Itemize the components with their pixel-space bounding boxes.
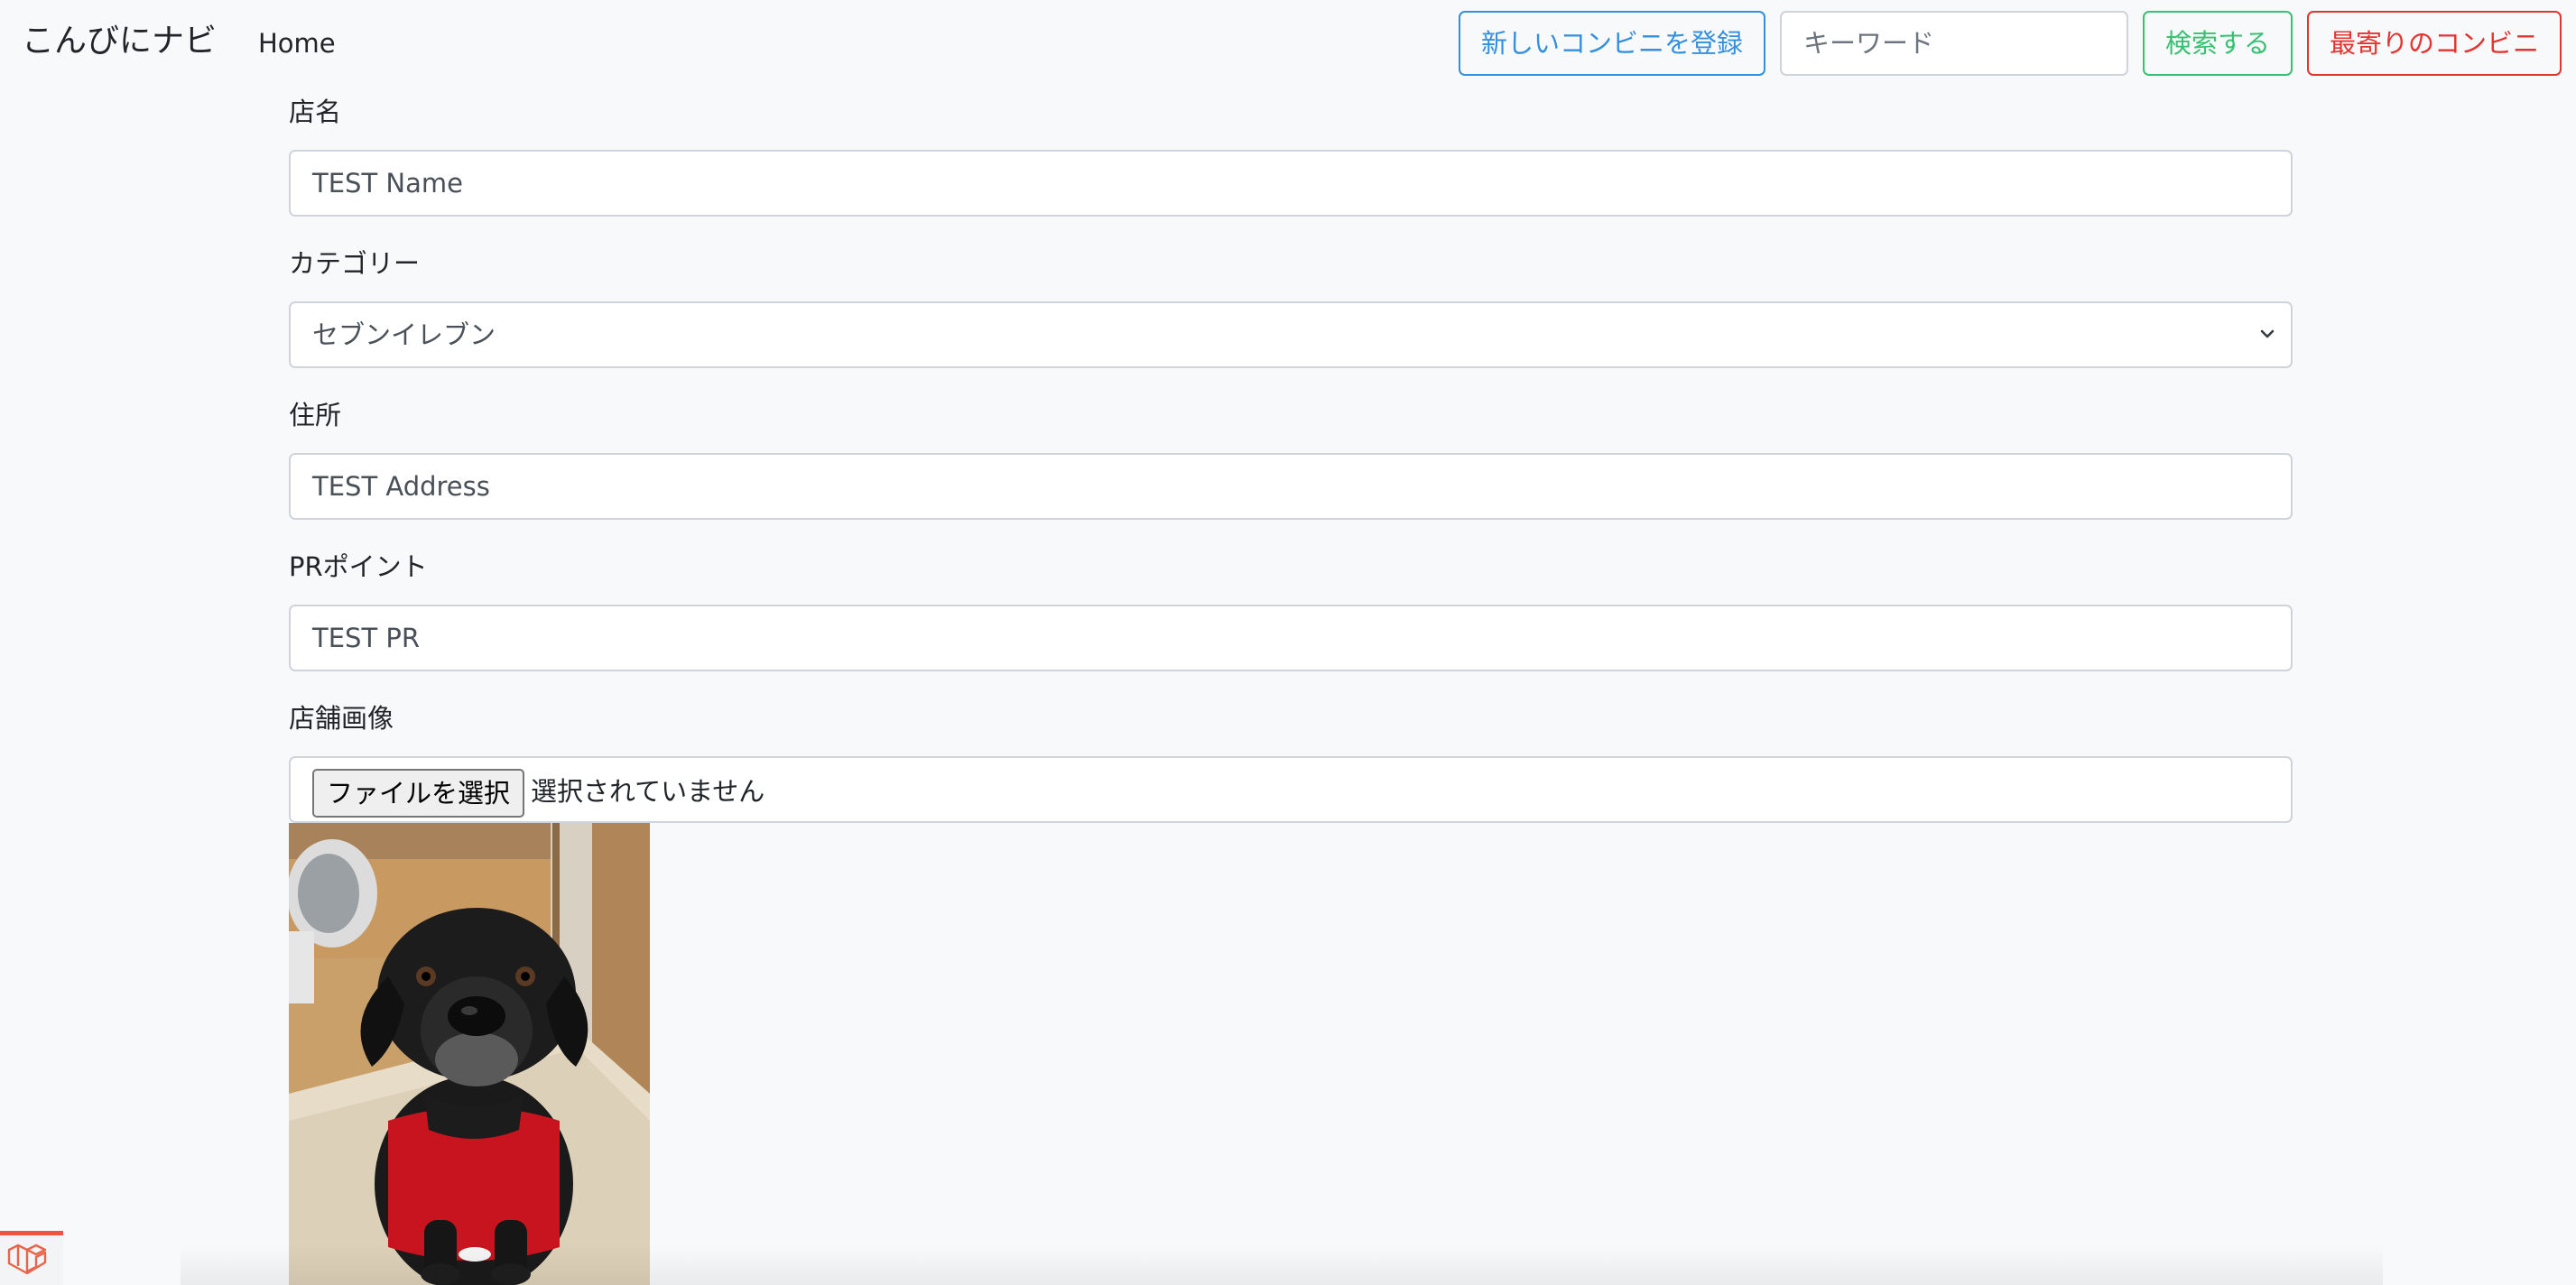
store-name-input[interactable]: TEST Name <box>289 150 2293 217</box>
file-status-text: 選択されていません <box>531 776 765 807</box>
search-button[interactable]: 検索する <box>2143 11 2293 76</box>
keyword-search-input[interactable] <box>1780 11 2128 76</box>
category-label: カテゴリー <box>289 248 421 279</box>
laravel-logo-icon <box>7 1243 47 1275</box>
store-image-preview <box>289 823 650 1285</box>
chevron-down-icon <box>2260 329 2275 338</box>
pr-point-input[interactable]: TEST PR <box>289 605 2293 671</box>
store-name-label: 店名 <box>289 97 342 127</box>
nearest-store-button[interactable]: 最寄りのコンビニ <box>2307 11 2562 76</box>
choose-file-button[interactable]: ファイルを選択 <box>312 769 525 818</box>
brand-link[interactable]: こんびにナビ <box>22 20 217 63</box>
address-label: 住所 <box>289 400 342 430</box>
category-select[interactable]: セブンイレブン <box>289 301 2293 368</box>
navbar: こんびにナビ Home 新しいコンビニを登録 検索する 最寄りのコンビニ <box>0 0 2576 87</box>
address-input[interactable]: TEST Address <box>289 453 2293 520</box>
category-selected-value: セブンイレブン <box>312 319 496 350</box>
register-store-button[interactable]: 新しいコンビニを登録 <box>1459 11 1765 76</box>
pr-point-label: PRポイント <box>289 551 428 582</box>
debugbar-toggle[interactable] <box>0 1231 63 1285</box>
store-image-file-input[interactable]: ファイルを選択 選択されていません <box>289 756 2293 823</box>
nav-home-link[interactable]: Home <box>258 25 336 61</box>
store-image-label: 店舗画像 <box>289 703 394 734</box>
